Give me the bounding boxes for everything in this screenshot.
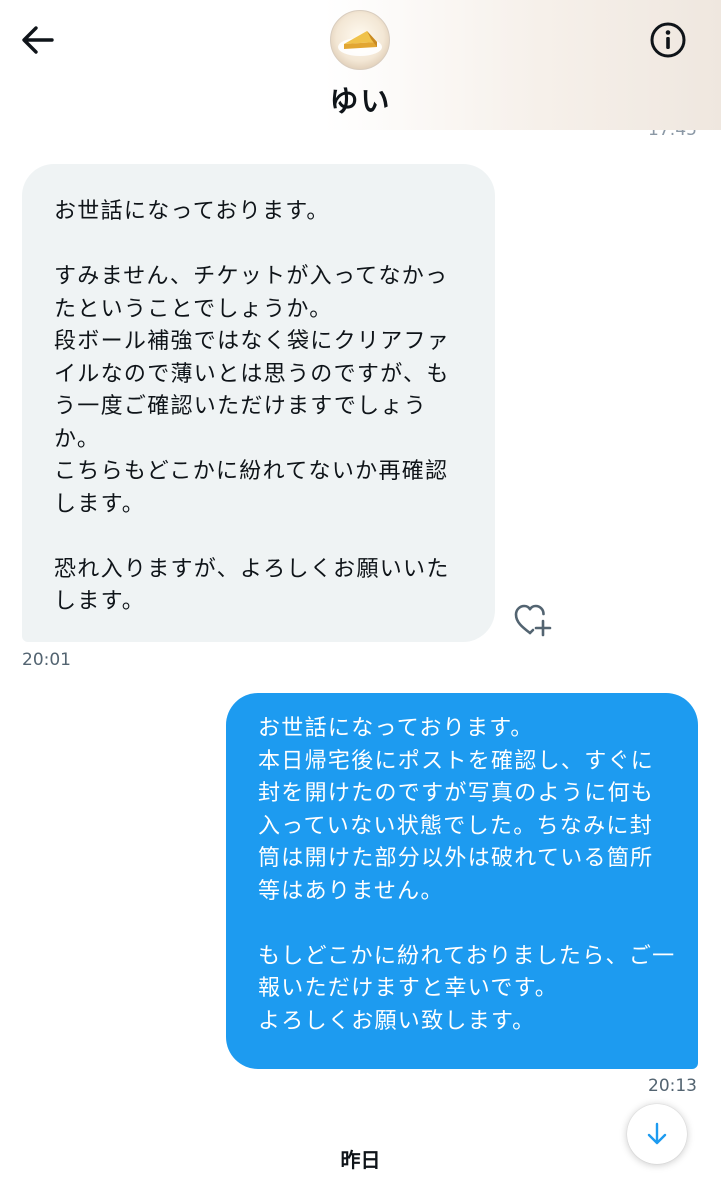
conversation-header: ゆい xyxy=(0,0,721,130)
arrow-down-icon xyxy=(647,1122,667,1145)
scroll-to-bottom-button[interactable] xyxy=(627,1104,687,1164)
avatar[interactable] xyxy=(330,10,390,70)
info-button[interactable] xyxy=(646,18,690,62)
back-button[interactable] xyxy=(18,20,58,60)
add-reaction-button[interactable] xyxy=(511,600,555,640)
heart-plus-icon xyxy=(514,604,552,637)
contact-avatar-image xyxy=(338,31,382,56)
date-separator: 昨日 xyxy=(340,1148,381,1172)
outgoing-message-bubble[interactable]: お世話になっております。 本日帰宅後にポストを確認し、すぐに封を開けたのですが写… xyxy=(226,693,698,1069)
contact-name[interactable]: ゆい xyxy=(0,78,721,120)
incoming-message-bubble[interactable]: お世話になっております。 すみません、チケットが入ってなかったということでしょう… xyxy=(22,164,495,642)
arrow-left-icon xyxy=(22,26,54,54)
message-timestamp: 20:13 xyxy=(648,1076,697,1096)
info-circle-icon xyxy=(650,22,686,58)
message-timestamp: 20:01 xyxy=(22,650,71,670)
